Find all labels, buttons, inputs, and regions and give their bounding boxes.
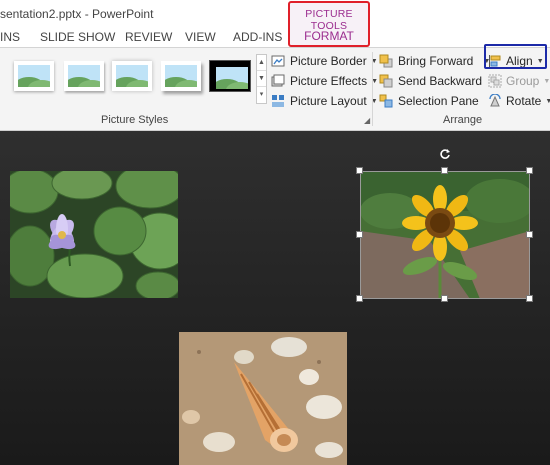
group-divider xyxy=(372,52,373,126)
selection-pane-button[interactable]: Selection Pane xyxy=(379,92,479,110)
resize-handle-bottom[interactable] xyxy=(441,295,448,302)
gallery-scroll-up-icon[interactable]: ▲ xyxy=(257,55,266,71)
gallery-scroll-down-icon[interactable]: ▼ xyxy=(257,71,266,87)
tab-slide-show[interactable]: SLIDE SHOW xyxy=(40,30,115,44)
chevron-down-icon: ▼ xyxy=(543,77,550,85)
picture-tools-contextual-header: PICTURE TOOLS FORMAT xyxy=(288,1,370,47)
rotate-icon xyxy=(488,93,502,108)
picture-styles-group-label: Picture Styles xyxy=(101,114,169,126)
resize-handle-bottom-left[interactable] xyxy=(356,295,363,302)
align-highlight-box xyxy=(484,44,547,69)
group-button[interactable]: Group ▼ xyxy=(488,72,550,90)
dialog-launcher-icon[interactable]: ◢ xyxy=(364,116,370,125)
picture-style-thumb-1[interactable] xyxy=(14,61,54,91)
picture-effects-icon xyxy=(271,74,285,88)
tab-insert[interactable]: INS xyxy=(0,30,20,44)
picture-styles-gallery xyxy=(0,53,255,105)
bring-forward-icon xyxy=(379,54,393,68)
picture-style-thumb-3[interactable] xyxy=(112,61,152,91)
window-title: sentation2.pptx - PowerPoint xyxy=(0,7,154,21)
picture-border-button[interactable]: Picture Border ▼ xyxy=(271,52,378,70)
title-bar: sentation2.pptx - PowerPoint xyxy=(0,0,550,25)
bring-forward-button[interactable]: Bring Forward ▼ xyxy=(379,52,490,70)
rotate-button[interactable]: Rotate ▼ xyxy=(488,92,550,110)
resize-handle-left[interactable] xyxy=(356,231,363,238)
arrange-group-label: Arrange xyxy=(443,114,483,126)
chevron-down-icon: ▼ xyxy=(545,97,550,105)
send-backward-button[interactable]: Send Backward ▼ xyxy=(379,72,497,90)
send-backward-icon xyxy=(379,74,393,88)
ribbon: ▲ ▼ ▾ Picture Border ▼ Picture Effects ▼… xyxy=(0,48,550,131)
resize-handle-top-right[interactable] xyxy=(526,167,533,174)
water-lily-picture[interactable] xyxy=(10,171,178,298)
resize-handle-top-left[interactable] xyxy=(356,167,363,174)
slide-canvas xyxy=(0,131,550,465)
picture-effects-button[interactable]: Picture Effects ▼ xyxy=(271,72,378,90)
picture-style-thumb-4[interactable] xyxy=(161,61,201,91)
tab-format[interactable]: FORMAT xyxy=(290,29,368,43)
picture-style-thumb-2[interactable] xyxy=(64,61,104,91)
group-icon xyxy=(488,74,502,88)
selection-frame xyxy=(360,171,530,299)
selection-pane-icon xyxy=(379,94,393,108)
seashells-picture[interactable] xyxy=(179,332,347,465)
tab-view[interactable]: VIEW xyxy=(185,30,216,44)
picture-style-thumb-5[interactable] xyxy=(210,61,250,91)
picture-layout-button[interactable]: Picture Layout ▼ xyxy=(271,92,378,110)
resize-handle-bottom-right[interactable] xyxy=(526,295,533,302)
gallery-scroll-control[interactable]: ▲ ▼ ▾ xyxy=(256,54,267,104)
gallery-more-icon[interactable]: ▾ xyxy=(257,87,266,103)
picture-border-icon xyxy=(271,54,285,68)
picture-layout-icon xyxy=(271,94,285,108)
resize-handle-top[interactable] xyxy=(441,167,448,174)
tab-add-ins[interactable]: ADD-INS xyxy=(233,30,282,44)
rotate-handle-icon[interactable] xyxy=(439,148,451,160)
ribbon-tab-row: INS SLIDE SHOW REVIEW VIEW ADD-INS xyxy=(0,25,550,48)
resize-handle-right[interactable] xyxy=(526,231,533,238)
tab-review[interactable]: REVIEW xyxy=(125,30,172,44)
